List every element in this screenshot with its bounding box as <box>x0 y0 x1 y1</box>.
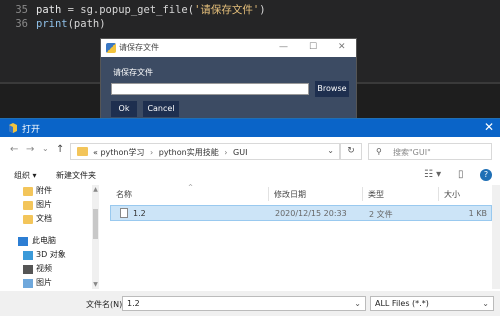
sidebar-item-attachments[interactable]: 附件 <box>36 185 52 197</box>
file-name: 1.2 <box>133 209 146 218</box>
code-token-fn: print <box>36 18 68 30</box>
line-number: 35 <box>15 4 28 16</box>
file-list: ^ 名称 修改日期 类型 大小 1.2 2020/12/15 20:33 2 文… <box>104 184 496 289</box>
close-icon[interactable]: ✕ <box>338 42 346 52</box>
back-icon[interactable]: ← <box>10 144 18 155</box>
view-options-icon[interactable]: ☷ ▾ <box>424 169 441 180</box>
code-line-35: 35 path = sg.popup_get_file('请保存文件') <box>0 3 266 17</box>
popup-titlebar[interactable]: 请保存文件 — ☐ ✕ <box>101 39 356 57</box>
column-divider[interactable] <box>268 187 269 201</box>
code-token-close: ) <box>259 4 266 16</box>
sidebar-item-3d-objects[interactable]: 3D 对象 <box>36 249 66 261</box>
file-type: 2 文件 <box>369 210 393 219</box>
sidebar-item-pictures[interactable]: 图片 <box>36 277 52 289</box>
popup-file-input[interactable] <box>111 83 309 95</box>
column-header-size[interactable]: 大小 <box>444 189 460 200</box>
search-placeholder: 搜索"GUI" <box>393 148 431 157</box>
search-icon: ⚲ <box>376 147 382 156</box>
folder-icon <box>23 215 33 224</box>
file-icon <box>120 208 128 218</box>
forward-icon[interactable]: → <box>26 144 34 155</box>
address-bar[interactable]: « python学习 › python实用技能 › GUI ⌄ <box>70 143 340 160</box>
computer-icon <box>18 237 28 246</box>
popup-label: 请保存文件 <box>113 68 153 77</box>
open-file-dialog: 打开 ✕ ← → ⌄ ↑ « python学习 › python实用技能 › G… <box>0 118 500 316</box>
column-divider[interactable] <box>362 187 363 201</box>
code-token-args: (path) <box>67 18 106 30</box>
dialog-titlebar[interactable]: 打开 ✕ <box>0 119 500 137</box>
column-header-name[interactable]: 名称 <box>116 189 132 200</box>
scrollbar-thumb[interactable] <box>93 209 98 239</box>
column-header-date[interactable]: 修改日期 <box>274 189 306 200</box>
preview-pane-icon[interactable]: ▯ <box>458 169 464 180</box>
code-token-op: = <box>61 4 81 16</box>
minimize-icon[interactable]: — <box>279 42 288 52</box>
code-token-string: '请保存文件' <box>194 4 260 16</box>
browse-button[interactable]: Browse <box>315 81 349 97</box>
code-token-var: path <box>36 4 62 16</box>
breadcrumb-item[interactable]: python实用技能 <box>159 148 219 157</box>
dialog-title: 打开 <box>22 125 41 135</box>
refresh-icon: ↻ <box>347 146 355 156</box>
breadcrumb-item[interactable]: python学习 <box>100 148 144 157</box>
pictures-icon <box>23 279 33 288</box>
chevron-down-icon[interactable]: ⌄ <box>482 299 489 308</box>
table-row[interactable]: 1.2 2020/12/15 20:33 2 文件 1 KB <box>110 205 492 221</box>
breadcrumb-overflow[interactable]: « <box>93 148 98 157</box>
filename-value: 1.2 <box>127 299 140 308</box>
toolbar: 组织 ▾ 新建文件夹 ☷ ▾ ▯ ? <box>0 167 500 185</box>
popup-window: 请保存文件 — ☐ ✕ 请保存文件 Browse Ok Cancel <box>100 38 357 120</box>
sidebar-item-this-pc[interactable]: 此电脑 <box>32 235 56 247</box>
navigation-bar: ← → ⌄ ↑ « python学习 › python实用技能 › GUI ⌄ … <box>0 141 500 161</box>
sidebar-item-videos[interactable]: 视频 <box>36 263 52 275</box>
sidebar-scrollbar[interactable]: ▲ ▼ <box>92 185 99 289</box>
filename-label: 文件名(N): <box>86 300 125 309</box>
sort-ascending-icon: ^ <box>188 184 194 191</box>
navigation-pane: 附件 图片 文档 此电脑 3D 对象 视频 图片 ▲ ▼ <box>0 185 100 289</box>
sidebar-item-pictures-folder[interactable]: 图片 <box>36 199 52 211</box>
breadcrumb-separator: › <box>224 148 228 157</box>
chevron-down-icon[interactable]: ⌄ <box>327 146 334 155</box>
file-list-scrollbar[interactable] <box>492 185 500 289</box>
popup-title: 请保存文件 <box>119 43 159 52</box>
breadcrumb-item[interactable]: GUI <box>233 148 247 157</box>
scroll-down-icon[interactable]: ▼ <box>92 281 99 288</box>
app-icon <box>9 123 17 133</box>
scroll-up-icon[interactable]: ▲ <box>92 186 99 193</box>
up-folder-icon[interactable]: ↑ <box>56 144 64 155</box>
breadcrumb-separator: › <box>149 148 154 157</box>
close-icon[interactable]: ✕ <box>484 120 494 134</box>
help-icon[interactable]: ? <box>480 169 492 181</box>
file-type-select[interactable]: ALL Files (*.*) ⌄ <box>370 296 494 311</box>
file-size: 1 KB <box>468 209 487 218</box>
ok-button[interactable]: Ok <box>111 101 137 117</box>
folder-icon <box>23 201 33 210</box>
code-line-36: 36 print(path) <box>0 17 106 31</box>
cancel-button[interactable]: Cancel <box>143 101 179 117</box>
organize-menu[interactable]: 组织 ▾ <box>14 170 37 181</box>
sidebar-item-documents[interactable]: 文档 <box>36 213 52 225</box>
3d-objects-icon <box>23 251 33 260</box>
video-icon <box>23 265 33 274</box>
file-date: 2020/12/15 20:33 <box>275 209 347 218</box>
filename-field[interactable]: 1.2 ⌄ <box>122 296 366 311</box>
maximize-icon[interactable]: ☐ <box>309 42 317 52</box>
refresh-button[interactable]: ↻ <box>340 143 362 160</box>
pysimplegui-logo-icon <box>106 43 116 53</box>
line-number: 36 <box>15 18 28 30</box>
search-input[interactable]: ⚲ 搜索"GUI" <box>368 143 492 160</box>
chevron-down-icon[interactable]: ⌄ <box>354 299 361 308</box>
folder-icon <box>23 187 33 196</box>
column-divider[interactable] <box>438 187 439 201</box>
dialog-footer: 文件名(N): 1.2 ⌄ ALL Files (*.*) ⌄ <box>0 291 500 316</box>
folder-icon <box>77 147 88 156</box>
breadcrumb: « python学习 › python实用技能 › GUI <box>93 147 247 158</box>
file-type-value: ALL Files (*.*) <box>375 299 429 308</box>
screen: 35 path = sg.popup_get_file('请保存文件') 36 pr… <box>0 0 500 316</box>
code-token-fn: sg.popup_get_file <box>80 4 188 16</box>
new-folder-button[interactable]: 新建文件夹 <box>56 170 96 181</box>
column-header-type[interactable]: 类型 <box>368 189 384 200</box>
recent-locations-icon[interactable]: ⌄ <box>42 144 49 153</box>
